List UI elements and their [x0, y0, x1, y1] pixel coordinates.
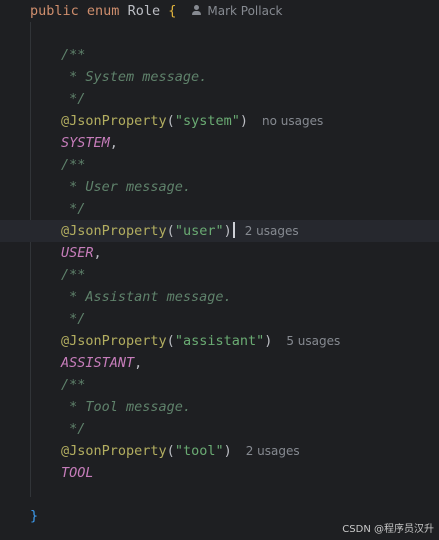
enum-constant[interactable]: TOOL [61, 465, 94, 481]
open-brace: { [168, 3, 177, 19]
comment-close: */ [61, 201, 86, 217]
annotation-name[interactable]: @JsonProperty [61, 443, 167, 459]
comment-close: */ [61, 421, 86, 437]
keyword-enum: enum [86, 3, 120, 19]
annotation-string: "user" [174, 223, 224, 239]
enum-name[interactable]: Role [128, 3, 161, 19]
annotation-name[interactable]: @JsonProperty [61, 333, 167, 349]
annotation-string: "assistant" [174, 333, 265, 349]
comment-open: /** [61, 47, 86, 63]
enum-constant-line[interactable]: SYSTEM, [0, 132, 439, 154]
enum-constant-line[interactable]: ASSISTANT, [0, 352, 439, 374]
comment-text-line[interactable]: * Assistant message. [0, 286, 439, 308]
annotation-string: "tool" [174, 443, 224, 459]
comment-text-line[interactable]: * User message. [0, 176, 439, 198]
enum-constant-line[interactable]: TOOL [0, 462, 439, 484]
comment-text: * Assistant message. [61, 289, 232, 305]
comment-open-line[interactable]: /** [0, 374, 439, 396]
separator: , [109, 135, 118, 151]
comment-text: * System message. [61, 69, 208, 85]
comment-close: */ [61, 91, 86, 107]
usages-hint[interactable]: 2 usages [245, 224, 299, 238]
person-icon [192, 5, 202, 16]
text-caret [232, 222, 235, 238]
close-brace: } [30, 508, 39, 524]
author-hint[interactable]: Mark Pollack [192, 4, 283, 18]
author-name: Mark Pollack [207, 4, 283, 18]
separator: , [93, 245, 102, 261]
comment-text-line[interactable]: * Tool message. [0, 396, 439, 418]
annotation-name[interactable]: @JsonProperty [61, 223, 167, 239]
comment-open: /** [61, 377, 86, 393]
annotation-line-current[interactable]: @JsonProperty("user") 2 usages [0, 220, 439, 242]
comment-open-line[interactable]: /** [0, 154, 439, 176]
comment-close: */ [61, 311, 86, 327]
comment-open: /** [61, 157, 86, 173]
comment-text: * Tool message. [61, 399, 192, 415]
comment-open-line[interactable]: /** [0, 44, 439, 66]
comment-text: * User message. [61, 179, 192, 195]
comment-text-line[interactable]: * System message. [0, 66, 439, 88]
comment-close-line[interactable]: */ [0, 418, 439, 440]
comment-open-line[interactable]: /** [0, 264, 439, 286]
annotation-line[interactable]: @JsonProperty("tool") 2 usages [0, 440, 439, 462]
annotation-name[interactable]: @JsonProperty [61, 113, 167, 129]
comment-close-line[interactable]: */ [0, 198, 439, 220]
annotation-line[interactable]: @JsonProperty("assistant") 5 usages [0, 330, 439, 352]
keyword-public: public [30, 3, 79, 19]
watermark: CSDN @程序员汉升 [342, 524, 434, 535]
annotation-string: "system" [174, 113, 240, 129]
usages-hint[interactable]: 5 usages [286, 334, 340, 348]
usages-hint[interactable]: 2 usages [246, 444, 300, 458]
enum-constant[interactable]: SYSTEM [61, 135, 110, 151]
comment-close-line[interactable]: */ [0, 308, 439, 330]
enum-constant-line[interactable]: USER, [0, 242, 439, 264]
annotation-line[interactable]: @JsonProperty("system") no usages [0, 110, 439, 132]
usages-hint[interactable]: no usages [262, 114, 323, 128]
enum-constant[interactable]: ASSISTANT [61, 355, 134, 371]
comment-close-line[interactable]: */ [0, 88, 439, 110]
separator: , [134, 355, 143, 371]
enum-constant[interactable]: USER [61, 245, 94, 261]
enum-declaration-line[interactable]: public enum Role { Mark Pollack [0, 0, 439, 22]
comment-open: /** [61, 267, 86, 283]
